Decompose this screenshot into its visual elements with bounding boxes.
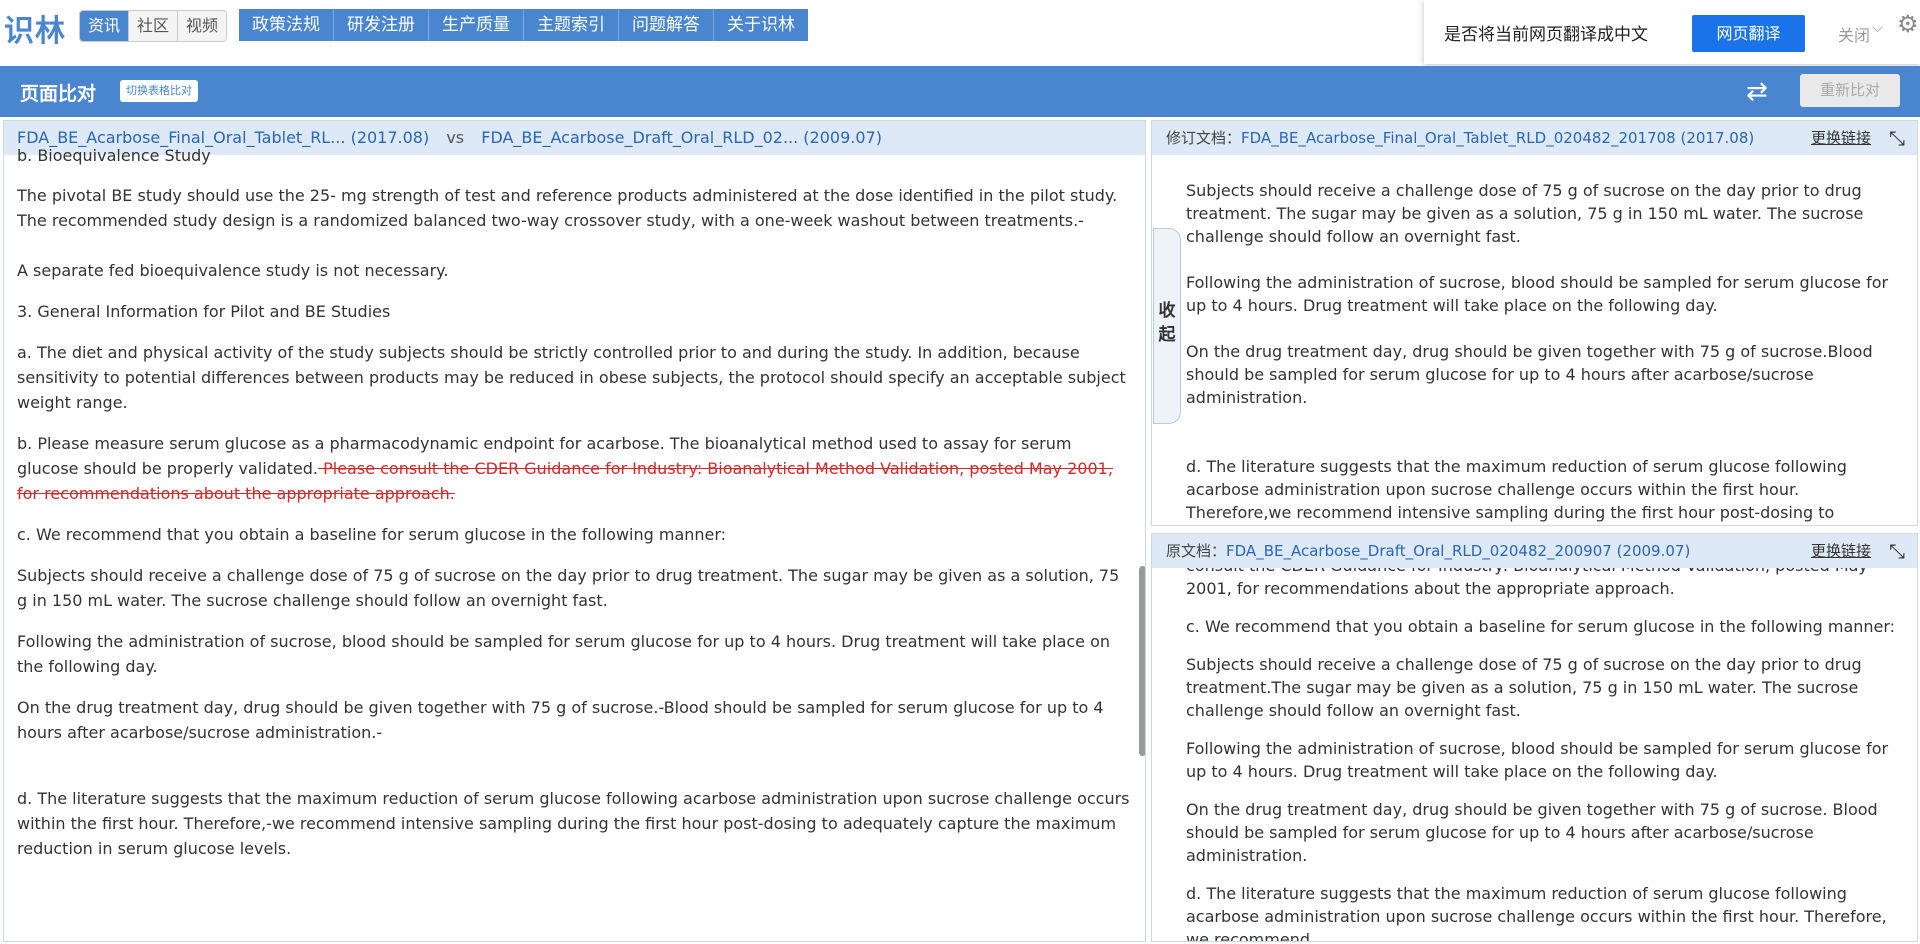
gear-icon[interactable]: ⚙: [1897, 10, 1919, 38]
page-title: 页面比对: [20, 83, 97, 105]
translate-close[interactable]: 关闭: [1838, 22, 1870, 46]
paragraph: c. We recommend that you obtain a baseli…: [17, 525, 727, 544]
paragraph: b. Bioequivalence Study: [17, 146, 211, 165]
paragraph: Subjects should receive a challenge dose…: [1186, 655, 1862, 720]
paragraph: d. The literature suggests that the maxi…: [1186, 457, 1847, 522]
compare-header: 页面比对 切换表格比对 ⇄ 重新比对: [0, 66, 1920, 117]
revised-doc-label: 修订文档：: [1166, 129, 1242, 147]
paragraph: Subjects should receive a challenge dose…: [17, 566, 1120, 610]
paragraph: d. The literature suggests that the maxi…: [1186, 884, 1887, 942]
collapse-toggle[interactable]: 收起: [1153, 228, 1181, 424]
menu-about[interactable]: 关于识林: [713, 9, 808, 41]
shrink-icon[interactable]: ⤡: [1889, 121, 1905, 155]
revised-doc-link[interactable]: FDA_BE_Acarbose_Final_Oral_Tablet_RLD_02…: [1241, 129, 1754, 147]
translate-popup: 是否将当前网页翻译成中文 网页翻译 关闭 ⌵: [1424, 0, 1920, 64]
segment-video[interactable]: 视频: [177, 11, 227, 41]
main-menu: 政策法规 研发注册 生产质量 主题索引 问题解答 关于识林: [239, 9, 808, 41]
diff-panel: FDA_BE_Acarbose_Final_Oral_Tablet_RL... …: [3, 120, 1146, 942]
paragraph: Following the administration of sucrose,…: [1186, 739, 1889, 781]
channel-switch: 资讯 社区 视频: [79, 10, 228, 42]
site-logo[interactable]: 识林: [4, 6, 66, 50]
paragraph: Following the administration of sucrose,…: [17, 632, 1111, 676]
paragraph: On the drug treatment day, drug should b…: [1186, 800, 1878, 865]
paragraph: d. The literature suggests that the maxi…: [17, 789, 1130, 858]
paragraph: On the drug treatment day, drug should b…: [1186, 342, 1873, 407]
menu-qa[interactable]: 问题解答: [618, 9, 713, 41]
menu-index[interactable]: 主题索引: [523, 9, 618, 41]
paragraph: A separate fed bioequivalence study is n…: [17, 261, 449, 280]
top-nav: 识林 资讯 社区 视频 政策法规 研发注册 生产质量 主题索引 问题解答 关于识…: [0, 0, 1920, 66]
swap-icon[interactable]: ⇄: [1746, 77, 1776, 107]
menu-policy[interactable]: 政策法规: [239, 9, 333, 41]
segment-news[interactable]: 资讯: [80, 11, 129, 41]
paragraph: 3. General Information for Pilot and BE …: [17, 302, 391, 321]
paragraph: b. Please measure serum glucose as a pha…: [17, 431, 1132, 506]
switch-table-compare-button[interactable]: 切换表格比对: [120, 80, 198, 102]
original-doc-content: consult the CDER Guidance for Industry: …: [1186, 554, 1906, 942]
original-doc-link[interactable]: FDA_BE_Acarbose_Draft_Oral_RLD_020482_20…: [1226, 542, 1690, 560]
original-doc-panel: 原文档：FDA_BE_Acarbose_Draft_Oral_RLD_02048…: [1151, 533, 1918, 942]
translate-button[interactable]: 网页翻译: [1692, 15, 1805, 52]
shrink-icon[interactable]: ⤡: [1889, 534, 1905, 568]
diff-content: b. Bioequivalence Study The pivotal BE s…: [17, 143, 1132, 886]
paragraph: On the drug treatment day, drug should b…: [17, 698, 1104, 742]
chevron-down-icon[interactable]: ⌵: [1872, 20, 1883, 36]
original-doc-titlebar: 原文档：FDA_BE_Acarbose_Draft_Oral_RLD_02048…: [1152, 534, 1917, 568]
revised-doc-titlebar: 修订文档：FDA_BE_Acarbose_Final_Oral_Tablet_R…: [1152, 121, 1917, 155]
menu-quality[interactable]: 生产质量: [428, 9, 523, 41]
translate-question: 是否将当前网页翻译成中文: [1444, 25, 1648, 45]
scrollbar[interactable]: [1139, 566, 1145, 756]
paragraph: Following the administration of sucrose,…: [1186, 273, 1889, 315]
revised-doc-panel: 修订文档：FDA_BE_Acarbose_Final_Oral_Tablet_R…: [1151, 120, 1918, 526]
paragraph: The pivotal BE study should use the 25- …: [17, 186, 1118, 230]
recompare-button[interactable]: 重新比对: [1800, 74, 1900, 107]
change-link-button[interactable]: 更换链接: [1811, 534, 1871, 568]
paragraph: c. We recommend that you obtain a baseli…: [1186, 617, 1896, 636]
revised-doc-content: Subjects should receive a challenge dose…: [1186, 179, 1906, 525]
change-link-button[interactable]: 更换链接: [1811, 121, 1871, 155]
paragraph: Subjects should receive a challenge dose…: [1186, 181, 1864, 246]
paragraph: a. The diet and physical activity of the…: [17, 343, 1126, 412]
segment-community[interactable]: 社区: [128, 11, 178, 41]
original-doc-label: 原文档：: [1166, 542, 1227, 560]
menu-rd[interactable]: 研发注册: [333, 9, 428, 41]
